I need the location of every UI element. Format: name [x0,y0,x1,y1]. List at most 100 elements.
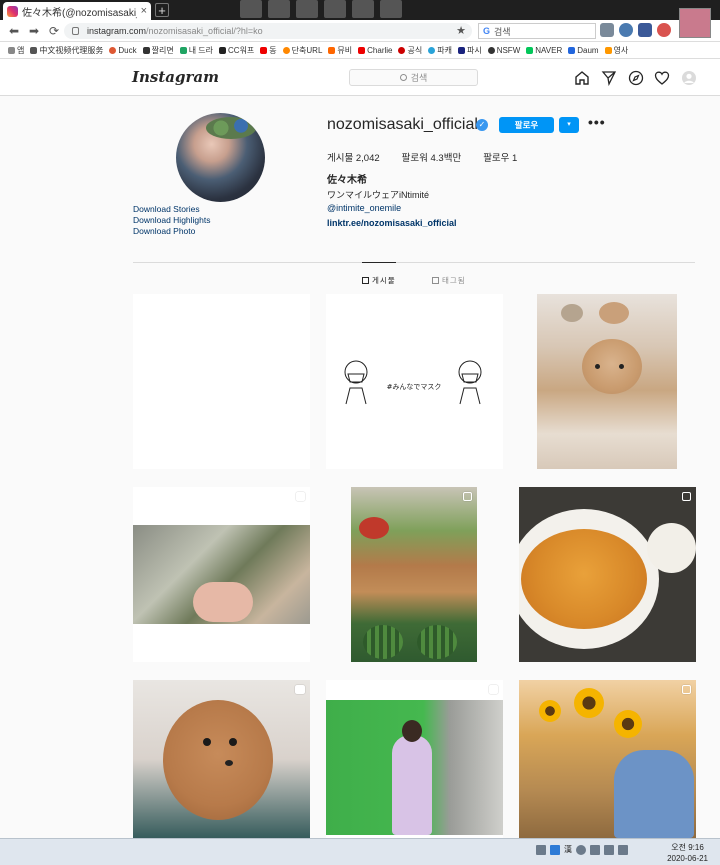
post-thumbnail[interactable]: #みんなでマスク [326,294,503,469]
home-icon[interactable] [574,70,590,86]
tray-icon[interactable] [536,844,546,855]
bookmark-item[interactable]: NAVER [526,46,562,55]
url-field[interactable]: instagram.com/nozomisasaki_official/?hl=… [64,23,472,39]
tab-thumb[interactable] [268,0,290,18]
mask-illustration: #みんなでマスク [344,360,482,405]
explore-icon[interactable] [628,70,644,86]
bookmark-item[interactable]: 앱 [8,45,24,56]
lock-icon [72,27,79,35]
multiple-images-icon [296,492,305,501]
tray-icon[interactable] [590,844,600,855]
dog-figure [561,304,583,322]
instagram-header: Instagram 검색 [0,59,720,96]
download-photo-link[interactable]: Download Photo [133,226,195,236]
bookmark-star-icon[interactable]: ★ [456,24,466,37]
post-thumbnail[interactable] [326,680,503,838]
tray-icon[interactable] [550,844,560,855]
browser-tab[interactable]: 佐々木希(@nozomisasaki_officia × [3,2,151,20]
tab-posts[interactable]: 게시물 [362,275,396,286]
following-count[interactable]: 팔로우 1 [483,150,517,164]
download-stories-link[interactable]: Download Stories [133,204,200,214]
bookmark-item[interactable]: 내 드라 [179,45,213,56]
reload-icon[interactable]: ⟳ [46,24,62,38]
bookmark-item[interactable]: 짤리면 [142,45,174,56]
back-icon[interactable]: ⬅ [6,24,22,38]
flower-crown [206,117,256,139]
sunflower-figure [614,710,642,738]
tab-thumb[interactable] [352,0,374,18]
browser-search-field[interactable]: G 검색 [478,23,596,39]
profile-picture[interactable] [176,113,265,202]
instagram-logo[interactable]: Instagram [132,68,219,86]
bio-text: ワンマイルウェアiNtimité [327,190,430,200]
bookmark-item[interactable]: Duck [109,46,137,55]
tab-tagged[interactable]: 태그됨 [432,275,466,286]
direct-message-icon[interactable] [601,70,617,86]
watermelon-figure [417,625,457,659]
instagram-search-input[interactable]: 검색 [349,69,478,86]
heart-icon[interactable] [654,70,670,86]
tab-thumbnails [240,0,402,18]
facebook-icon[interactable] [638,23,652,37]
browser-search-placeholder: 검색 [494,26,511,37]
post-thumbnail[interactable] [519,487,696,662]
bio-mention-link[interactable]: @intimite_onemile [327,203,401,213]
profile-stats: 게시물 2,042 팔로워 4.3백만 팔로우 1 [327,150,517,164]
posts-count: 게시물 2,042 [327,153,380,164]
bookmark-item[interactable]: 단축URL [282,45,322,56]
forward-icon[interactable]: ➡ [26,24,42,38]
extension-icon[interactable] [619,23,633,37]
ime-indicator[interactable]: 漢 [564,844,572,855]
extension-icon[interactable] [657,23,671,37]
tab-title: 佐々木希(@nozomisasaki_officia [22,7,137,19]
bio-website-link[interactable]: linktr.ee/nozomisasaki_official [327,218,457,228]
post-thumbnail[interactable] [537,294,677,469]
url-host: instagram.com [87,26,147,36]
user-avatar-icon[interactable] [681,70,697,86]
video-icon [295,685,305,694]
tab-thumb[interactable] [296,0,318,18]
multiple-images-icon [463,492,472,501]
post-thumbnail[interactable] [519,680,696,838]
post-thumbnail[interactable] [133,680,310,838]
bookmark-item[interactable]: 뮤비 [328,45,352,56]
close-tab-icon[interactable]: × [141,5,147,17]
bookmark-item[interactable]: 영사 [604,45,628,56]
volume-icon[interactable] [604,844,614,855]
tab-thumb[interactable] [380,0,402,18]
bookmark-item[interactable]: NSFW [487,46,520,55]
profile-avatar-icon[interactable] [679,8,711,38]
tray-icon[interactable] [576,844,586,855]
bookmark-item[interactable]: 中文视频代理服务 [30,45,103,56]
new-tab-button[interactable]: + [155,3,169,18]
url-path: /nozomisasaki_official/?hl=ko [146,26,263,36]
post-thumbnail[interactable] [133,487,310,662]
bookmark-item[interactable]: CC워프 [219,45,254,56]
head-figure [402,720,422,742]
bookmark-item[interactable]: Charlie [358,46,392,55]
multiple-images-icon [682,492,691,501]
suggested-dropdown-button[interactable]: ▾ [559,117,579,133]
google-icon: G [483,26,491,36]
dog-eye [229,738,237,746]
poodle-figure [163,700,273,820]
bookmark-item[interactable]: 동 [260,45,277,56]
bookmark-item[interactable]: 파캐 [428,45,452,56]
bookmark-item[interactable]: Daum [568,46,599,55]
dress-figure [392,735,432,835]
post-thumbnail[interactable] [351,487,477,662]
sunflower-figure [574,688,604,718]
bookmark-item[interactable]: 파시 [457,45,482,56]
post-thumbnail[interactable] [133,294,310,469]
tab-thumb[interactable] [240,0,262,18]
bookmark-item[interactable]: 공식 [398,45,422,56]
download-highlights-link[interactable]: Download Highlights [133,215,211,225]
follow-button[interactable]: 팔로우 [499,117,554,133]
followers-count[interactable]: 팔로워 4.3백만 [402,150,462,164]
network-icon[interactable] [618,844,628,855]
multiple-images-icon [682,685,691,694]
tab-thumb[interactable] [324,0,346,18]
taskbar-clock[interactable]: 오전 9:16 2020-06-21 [667,842,708,864]
home-icon[interactable] [600,23,614,37]
more-options-button[interactable]: ••• [588,114,606,130]
